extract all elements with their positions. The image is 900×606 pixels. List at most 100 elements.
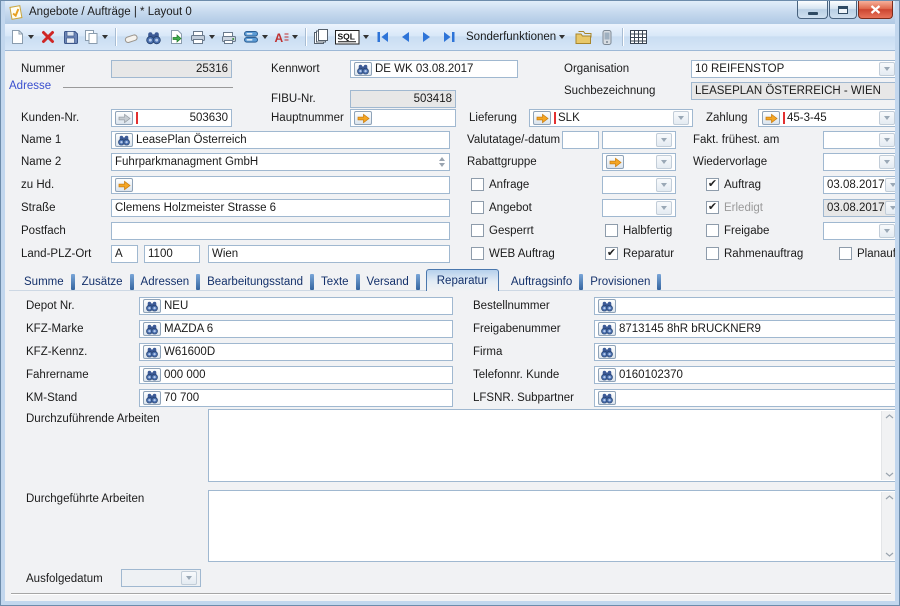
durchgefuehrte-arbeiten-textarea[interactable]: [208, 490, 898, 562]
organisation-dropdown-button[interactable]: [879, 62, 895, 76]
angebot-checkbox[interactable]: [471, 201, 484, 214]
tab-bearbeitungsstand[interactable]: Bearbeitungsstand: [200, 272, 314, 291]
angebot-date-select[interactable]: [602, 199, 676, 217]
postfach-field[interactable]: [111, 222, 450, 240]
documents-button[interactable]: [572, 26, 595, 48]
reparatur-checkbox[interactable]: ✔: [605, 247, 618, 260]
hauptnummer-jump-button[interactable]: [354, 111, 372, 125]
fakt-fruehest-select[interactable]: [823, 131, 899, 149]
sql-button[interactable]: SQL: [333, 26, 371, 48]
kfz-marke-search-button[interactable]: [143, 322, 161, 336]
scroll-down-icon[interactable]: [885, 552, 894, 557]
phone-button[interactable]: [597, 26, 617, 48]
tab-adressen[interactable]: Adressen: [134, 272, 201, 291]
valutatage-input[interactable]: [562, 131, 599, 149]
erledigt-checkbox[interactable]: ✔: [706, 201, 719, 214]
wiedervorlage-dropdown-button[interactable]: [879, 155, 895, 169]
nav-next-button[interactable]: [417, 26, 437, 48]
ausfolgedatum-dropdown-button[interactable]: [181, 571, 197, 585]
auftrag-date-dropdown-button[interactable]: [885, 178, 899, 192]
sonderfunktionen-button[interactable]: Sonderfunktionen: [461, 26, 570, 48]
kfz-kennz-search-button[interactable]: [143, 345, 161, 359]
nav-last-button[interactable]: [439, 26, 459, 48]
freigabe-dropdown-button[interactable]: [879, 224, 895, 238]
zahlung-dropdown-button[interactable]: [879, 111, 895, 125]
zahlung-select[interactable]: 45-3-45: [758, 109, 899, 127]
lieferung-select[interactable]: SLK: [529, 109, 693, 127]
kennwort-field[interactable]: DE WK 03.08.2017: [350, 60, 518, 78]
records-button[interactable]: [241, 26, 270, 48]
lfsnr-subpartner-field[interactable]: [594, 389, 899, 407]
depot-nr-search-button[interactable]: [143, 299, 161, 313]
freigabe-checkbox[interactable]: [706, 224, 719, 237]
name2-spinner[interactable]: [439, 157, 446, 167]
depot-nr-field[interactable]: NEU: [139, 297, 453, 315]
auftrag-date-select[interactable]: 03.08.2017: [823, 176, 899, 194]
bestellnummer-search-button[interactable]: [598, 299, 616, 313]
suchbezeichnung-field[interactable]: LEASEPLAN ÖSTERREICH - WIEN: [691, 82, 899, 100]
auftrag-checkbox[interactable]: ✔: [706, 178, 719, 191]
freigabe-date-select[interactable]: [823, 222, 899, 240]
tab-auftragsinfo[interactable]: Auftragsinfo: [504, 272, 583, 291]
nummer-field[interactable]: 25316: [111, 60, 232, 78]
firma-field[interactable]: [594, 343, 899, 361]
anfrage-date-select[interactable]: [602, 176, 676, 194]
nav-previous-button[interactable]: [395, 26, 415, 48]
anfrage-dropdown-button[interactable]: [656, 178, 672, 192]
bestellnummer-field[interactable]: [594, 297, 899, 315]
durchzufuehrende-arbeiten-textarea[interactable]: [208, 409, 898, 482]
save-button[interactable]: [60, 26, 80, 48]
tab-provisionen[interactable]: Provisionen: [583, 272, 661, 291]
kfz-marke-field[interactable]: MAZDA 6: [139, 320, 453, 338]
fakt-fruehest-dropdown-button[interactable]: [879, 133, 895, 147]
tab-reparatur[interactable]: Reparatur: [426, 269, 499, 291]
valutadatum-dropdown-button[interactable]: [656, 133, 672, 147]
telefonnr-kunde-field[interactable]: 0160102370: [594, 366, 899, 384]
gesperrt-checkbox[interactable]: [471, 224, 484, 237]
ort-field[interactable]: Wien: [208, 245, 450, 263]
rabattgruppe-select[interactable]: [602, 153, 676, 171]
maximize-button[interactable]: [829, 1, 857, 19]
valutadatum-select[interactable]: [602, 131, 676, 149]
copy-button[interactable]: [82, 26, 110, 48]
close-button[interactable]: [858, 1, 893, 19]
kunden-nr-jump-button[interactable]: [115, 111, 133, 125]
freigabenummer-search-button[interactable]: [598, 322, 616, 336]
freigabenummer-field[interactable]: 8713145 8hR bRUCKNER9: [594, 320, 899, 338]
name2-field[interactable]: Fuhrparkmanagment GmbH: [111, 153, 450, 171]
tab-texte[interactable]: Texte: [314, 272, 360, 291]
scroll-up-icon[interactable]: [885, 495, 894, 500]
batch-pages-button[interactable]: [311, 26, 331, 48]
rahmenauftrag-checkbox[interactable]: [706, 247, 719, 260]
land-field[interactable]: A: [111, 245, 138, 263]
delete-button[interactable]: [38, 26, 58, 48]
scroll-up-icon[interactable]: [885, 414, 894, 419]
telefonnr-kunde-search-button[interactable]: [598, 368, 616, 382]
lieferung-dropdown-button[interactable]: [673, 111, 689, 125]
textarea-scrollbar[interactable]: [881, 492, 896, 560]
nav-first-button[interactable]: [373, 26, 393, 48]
lfsnr-subpartner-search-button[interactable]: [598, 391, 616, 405]
plz-field[interactable]: 1100: [144, 245, 200, 263]
import-button[interactable]: [166, 26, 186, 48]
fibu-field[interactable]: 503418: [350, 90, 456, 108]
textarea-scrollbar[interactable]: [881, 411, 896, 480]
web-auftrag-checkbox[interactable]: [471, 247, 484, 260]
fahrername-search-button[interactable]: [143, 368, 161, 382]
strasse-field[interactable]: Clemens Holzmeister Strasse 6: [111, 199, 450, 217]
hauptnummer-field[interactable]: [350, 109, 456, 127]
print-button[interactable]: [188, 26, 217, 48]
zu-hd-field[interactable]: [111, 176, 450, 194]
km-stand-field[interactable]: 70 700: [139, 389, 453, 407]
search-button[interactable]: [143, 26, 164, 48]
kfz-kennz-field[interactable]: W61600D: [139, 343, 453, 361]
name1-field[interactable]: LeasePlan Österreich: [111, 131, 450, 149]
halbfertig-checkbox[interactable]: [605, 224, 618, 237]
erase-button[interactable]: [121, 26, 141, 48]
tab-versand[interactable]: Versand: [360, 272, 420, 291]
sort-button[interactable]: A: [272, 26, 300, 48]
organisation-select[interactable]: 10 REIFENSTOP: [691, 60, 899, 78]
ausfolgedatum-select[interactable]: [121, 569, 201, 587]
tab-zusaetze[interactable]: Zusätze: [75, 272, 134, 291]
zahlung-jump-button[interactable]: [762, 111, 780, 125]
